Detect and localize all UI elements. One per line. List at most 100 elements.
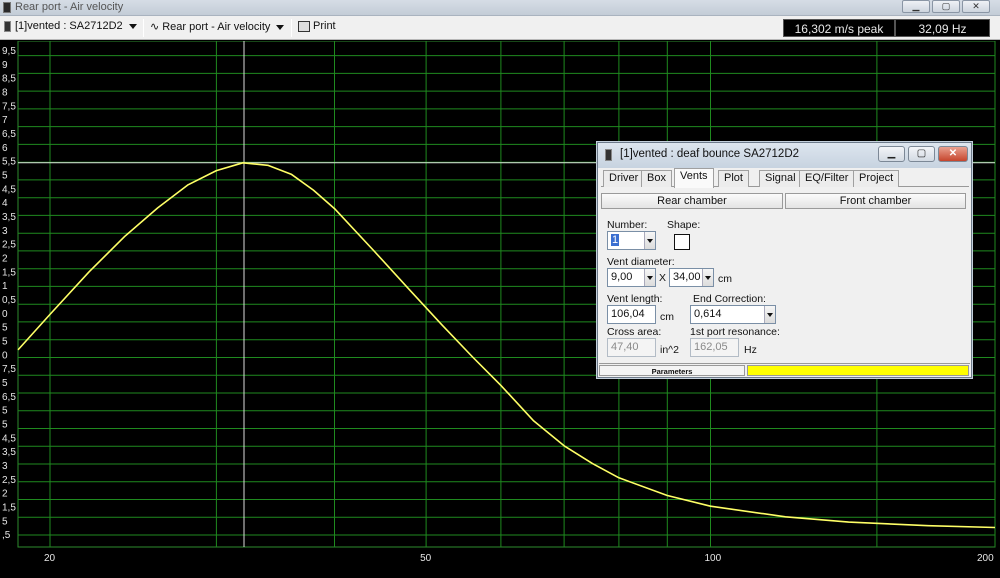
tab-vents[interactable]: Vents [674, 168, 714, 188]
peak-readout: 16,302 m/s peak [783, 19, 895, 37]
chevron-down-icon[interactable] [644, 269, 655, 286]
end-correction-select[interactable]: 0,614 [690, 305, 776, 324]
dialog-tabs: Driver Box Vents Plot Signal EQ/Filter P… [601, 168, 969, 188]
status-indicator [747, 365, 969, 376]
vent-diameter-a-field[interactable]: 9,00 [607, 268, 656, 287]
shape-square-icon[interactable] [674, 234, 690, 250]
dialog-status-bar: Parameters [599, 363, 970, 376]
dialog-title-bar[interactable]: [1]vented : deaf bounce SA2712D2 ▁ ▢ ✕ [598, 143, 971, 168]
diameter-unit: cm [718, 273, 732, 285]
vent-length-unit: cm [660, 311, 674, 323]
x-tick-label: 50 [420, 553, 432, 564]
graph-dropdown-label: Rear port - Air velocity [162, 21, 271, 33]
tab-plot[interactable]: Plot [718, 170, 749, 187]
y-tick-label: 6 [2, 143, 8, 154]
waveform-icon: ∿ [150, 21, 160, 33]
front-chamber-button[interactable]: Front chamber [785, 193, 966, 209]
dialog-maximize-button[interactable]: ▢ [908, 146, 935, 162]
y-tick-label: 7 [2, 115, 8, 126]
toolbar: [1]vented : SA2712D2 ∿ Rear port - Air ve… [0, 16, 1000, 40]
y-tick-label: 5 [2, 337, 8, 348]
port-resonance-label: 1st port resonance: [690, 326, 780, 338]
vent-length-field[interactable]: 106,04 [607, 305, 656, 324]
maximize-button[interactable]: ▢ [932, 0, 960, 13]
vented-box-dialog: [1]vented : deaf bounce SA2712D2 ▁ ▢ ✕ D… [597, 142, 972, 378]
y-tick-label: ,5 [2, 530, 11, 541]
y-tick-label: 8,5 [2, 74, 16, 85]
vent-diameter-b-field[interactable]: 34,00 [669, 268, 714, 287]
y-tick-label: 5 [2, 378, 8, 389]
times-label: X [659, 272, 667, 284]
y-tick-label: 6,5 [2, 392, 16, 403]
print-button[interactable]: Print [298, 20, 336, 32]
vent-diameter-b-value: 34,00 [673, 271, 701, 283]
rear-chamber-button[interactable]: Rear chamber [601, 193, 783, 209]
tab-signal[interactable]: Signal [759, 170, 802, 187]
dialog-close-button[interactable]: ✕ [938, 146, 968, 162]
y-tick-label: 9 [2, 60, 8, 71]
x-tick-label: 20 [44, 553, 56, 564]
y-tick-label: 1,5 [2, 503, 16, 514]
box-icon [605, 149, 612, 161]
y-tick-label: 4 [2, 198, 8, 209]
y-tick-label: 3 [2, 226, 8, 237]
number-label: Number: [607, 219, 648, 231]
window-title: Rear port - Air velocity [15, 1, 124, 13]
y-tick-label: 2,5 [2, 475, 16, 486]
x-tick-label: 100 [705, 553, 722, 564]
vent-diameter-label: Vent diameter: [607, 256, 675, 268]
y-tick-label: 8 [2, 88, 8, 99]
y-tick-label: 2 [2, 254, 8, 265]
chevron-down-icon[interactable] [644, 232, 655, 249]
graph-dropdown[interactable]: ∿ Rear port - Air velocity [150, 20, 285, 33]
toolbar-divider [143, 19, 144, 37]
status-parameters: Parameters [599, 365, 745, 376]
y-tick-label: 9,5 [2, 46, 16, 57]
port-resonance-unit: Hz [744, 344, 757, 356]
window-title-bar: Rear port - Air velocity ▁ ▢ ✕ [0, 0, 1000, 16]
cross-area-unit: in^2 [660, 344, 679, 356]
y-tick-label: 2 [2, 489, 8, 500]
y-tick-label: 5 [2, 171, 8, 182]
app-icon [3, 2, 11, 13]
shape-label: Shape: [667, 219, 701, 231]
tab-driver[interactable]: Driver [603, 170, 645, 187]
y-tick-label: 7,5 [2, 101, 16, 112]
y-tick-label: 6,5 [2, 129, 16, 140]
chevron-down-icon[interactable] [764, 306, 775, 323]
chevron-down-icon [276, 24, 285, 30]
tab-eq-filter[interactable]: EQ/Filter [799, 170, 855, 187]
dialog-minimize-button[interactable]: ▁ [878, 146, 905, 162]
number-select[interactable]: 1 [607, 231, 656, 250]
y-tick-label: 4,5 [2, 184, 16, 195]
y-tick-label: 5 [2, 420, 8, 431]
y-tick-label: 4,5 [2, 433, 16, 444]
dialog-title: [1]vented : deaf bounce SA2712D2 [620, 148, 800, 160]
chevron-down-icon [128, 23, 137, 29]
y-tick-label: 3,5 [2, 212, 16, 223]
minimize-button[interactable]: ▁ [902, 0, 930, 13]
cross-area-field: 47,40 [607, 338, 656, 357]
y-tick-label: 0,5 [2, 295, 16, 306]
end-correction-value: 0,614 [694, 308, 722, 320]
y-tick-label: 7,5 [2, 364, 16, 375]
port-resonance-value: 162,05 [694, 341, 728, 353]
tab-project[interactable]: Project [853, 170, 900, 187]
y-tick-label: 1,5 [2, 267, 16, 278]
end-correction-label: End Correction: [693, 293, 766, 305]
x-tick-label: 200 [977, 553, 994, 564]
vent-length-label: Vent length: [607, 293, 663, 305]
box-icon [4, 20, 11, 32]
close-button[interactable]: ✕ [962, 0, 990, 13]
tab-box[interactable]: Box [641, 170, 672, 187]
chevron-down-icon[interactable] [702, 269, 713, 286]
port-resonance-field: 162,05 [690, 338, 739, 357]
number-value: 1 [611, 234, 620, 246]
cross-area-value: 47,40 [611, 341, 639, 353]
y-tick-label: 5,5 [2, 157, 16, 168]
y-tick-label: 2,5 [2, 240, 16, 251]
vent-diameter-a-value: 9,00 [611, 271, 633, 283]
project-dropdown[interactable]: [1]vented : SA2712D2 [4, 20, 137, 32]
y-tick-label: 3,5 [2, 447, 16, 458]
y-tick-label: 5 [2, 406, 8, 417]
